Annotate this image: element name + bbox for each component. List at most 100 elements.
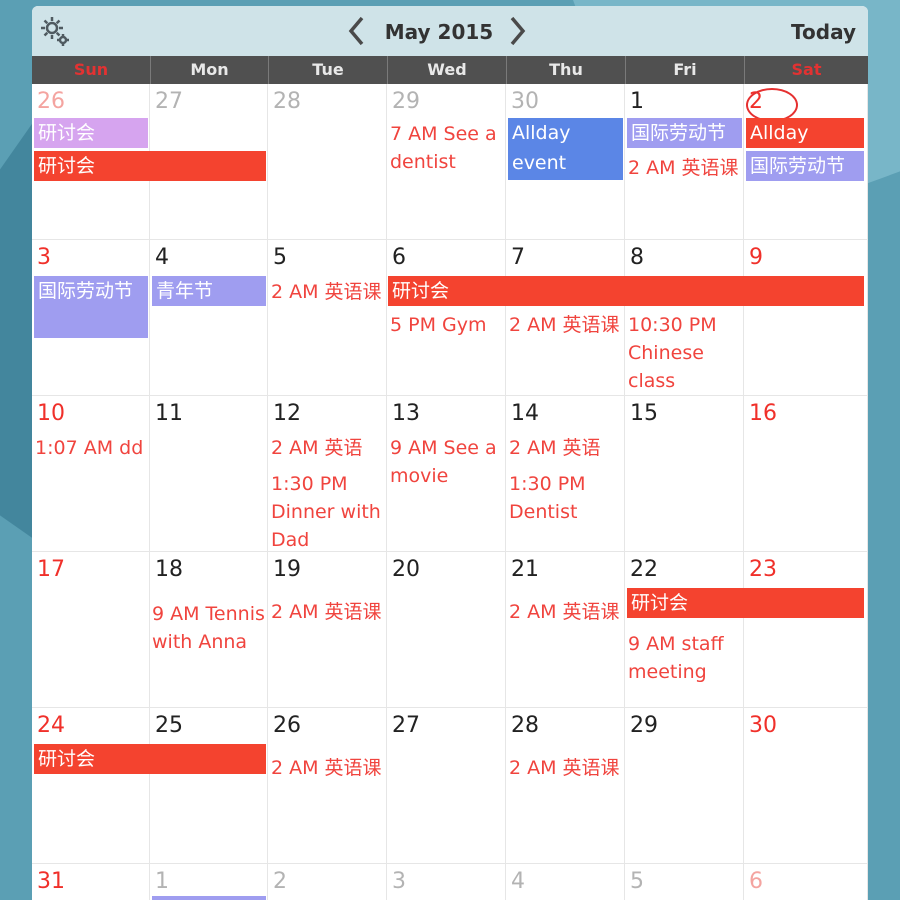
day-number: 19	[273, 557, 301, 582]
day-number: 14	[511, 401, 539, 426]
day-number: 20	[392, 557, 420, 582]
event-text[interactable]: 9 AM See a movie	[390, 434, 504, 494]
event-text[interactable]: 1:30 PM Dentist	[509, 470, 623, 530]
event-text[interactable]: 2 AM 英语课	[509, 311, 623, 371]
day-number: 17	[37, 557, 65, 582]
today-button[interactable]: Today	[791, 20, 856, 44]
event-bar[interactable]: 研讨会	[34, 744, 266, 774]
day-cell[interactable]: 1	[150, 864, 268, 900]
day-number: 28	[273, 89, 301, 114]
day-cell[interactable]: 31	[32, 864, 150, 900]
weekday-tue: Tue	[268, 56, 387, 84]
day-cell[interactable]: 4	[150, 240, 268, 396]
event-text[interactable]: 5 PM Gym	[390, 311, 504, 341]
weekday-thu: Thu	[506, 56, 625, 84]
day-cell[interactable]: 15	[625, 396, 744, 552]
day-cell[interactable]: 28	[268, 84, 387, 240]
day-cell[interactable]: 24	[32, 708, 150, 864]
day-number: 24	[37, 713, 65, 738]
month-title: May 2015	[384, 20, 494, 44]
day-number: 21	[511, 557, 539, 582]
day-number: 22	[630, 557, 658, 582]
day-number: 5	[273, 245, 287, 270]
day-number: 12	[273, 401, 301, 426]
day-number: 27	[392, 713, 420, 738]
event-text[interactable]: 2 AM 英语课	[628, 154, 742, 214]
day-number: 7	[511, 245, 525, 270]
event-text[interactable]: 2 AM 英语课	[271, 278, 385, 338]
event-bar[interactable]: 国际劳动节	[34, 276, 148, 338]
event-text[interactable]: 7 AM See a dentist	[390, 120, 504, 180]
day-cell[interactable]: 2	[268, 864, 387, 900]
chevron-left-icon[interactable]	[342, 14, 372, 48]
event-text[interactable]: 1:07 AM dd	[35, 434, 149, 494]
day-cell[interactable]: 16	[744, 396, 868, 552]
day-number: 25	[155, 713, 183, 738]
event-bar[interactable]: Allday event	[508, 118, 623, 180]
event-text[interactable]: 2 AM 英语	[509, 434, 623, 464]
event-text[interactable]: 10:30 PM Chinese class	[628, 311, 742, 395]
event-bar[interactable]: 研讨会	[388, 276, 864, 306]
event-text[interactable]: 9 AM staff meeting	[628, 630, 742, 690]
gear-icon[interactable]	[38, 14, 74, 50]
day-number: 30	[511, 89, 539, 114]
event-text[interactable]: 1:30 PM Dinner with Dad	[271, 470, 387, 554]
event-bar[interactable]: 研讨会	[627, 588, 864, 618]
day-number: 11	[155, 401, 183, 426]
weekday-sun: Sun	[73, 60, 109, 79]
event-text[interactable]: 2 AM 英语	[271, 434, 385, 464]
day-number: 29	[630, 713, 658, 738]
day-number: 26	[273, 713, 301, 738]
day-cell[interactable]: 11	[150, 396, 268, 552]
event-bar[interactable]: 国际劳动节	[746, 151, 864, 181]
day-number: 6	[749, 869, 763, 894]
month-grid: 26 27 28 29 30 1 2 3 4 5 6 7 8 9 10 11 1…	[32, 84, 868, 900]
day-number: 9	[749, 245, 763, 270]
day-number: 31	[37, 869, 65, 894]
event-text[interactable]: 9 AM Tennis with Anna	[152, 600, 266, 684]
day-number: 5	[630, 869, 644, 894]
event-bar[interactable]: Allday	[746, 118, 864, 148]
day-number: 18	[155, 557, 183, 582]
event-bar[interactable]: 国际劳动节	[627, 118, 742, 148]
day-number: 1	[630, 89, 644, 114]
day-cell[interactable]: 3	[387, 864, 506, 900]
day-number: 13	[392, 401, 420, 426]
day-number: 8	[630, 245, 644, 270]
day-cell[interactable]: 4	[506, 864, 625, 900]
day-number: 1	[155, 869, 169, 894]
event-text[interactable]: 2 AM 英语课	[271, 598, 385, 658]
event-text[interactable]: 2 AM 英语课	[509, 598, 623, 658]
weekday-header: Sun Mon Tue Wed Thu Fri Sat	[32, 56, 868, 84]
event-text[interactable]: 2 AM 英语课	[509, 754, 623, 814]
event-bar[interactable]: 研讨会	[34, 118, 148, 148]
day-cell[interactable]: 30	[744, 708, 868, 864]
day-cell[interactable]: 9	[744, 240, 868, 396]
day-number: 28	[511, 713, 539, 738]
day-cell[interactable]: 6	[744, 864, 868, 900]
event-bar[interactable]: 青年节	[152, 276, 266, 306]
calendar-widget: May 2015 Today Sun Mon Tue Wed Thu Fri S…	[32, 6, 868, 900]
day-cell[interactable]: 27	[387, 708, 506, 864]
day-number: 4	[511, 869, 525, 894]
day-number: 27	[155, 89, 183, 114]
day-cell[interactable]: 17	[32, 552, 150, 708]
day-cell[interactable]: 29	[625, 708, 744, 864]
day-number: 23	[749, 557, 777, 582]
chevron-right-icon[interactable]	[502, 14, 532, 48]
day-number: 10	[37, 401, 65, 426]
day-number: 3	[392, 869, 406, 894]
day-cell[interactable]: 25	[150, 708, 268, 864]
calendar-header: May 2015 Today	[32, 6, 868, 56]
day-cell[interactable]: 20	[387, 552, 506, 708]
day-cell[interactable]: 23	[744, 552, 868, 708]
day-number: 4	[155, 245, 169, 270]
weekday-wed: Wed	[387, 56, 506, 84]
day-number: 2	[273, 869, 287, 894]
day-number: 26	[37, 89, 65, 114]
day-number: 6	[392, 245, 406, 270]
event-text[interactable]: 2 AM 英语课	[271, 754, 385, 814]
event-bar[interactable]: 研讨会	[34, 151, 266, 181]
day-cell[interactable]: 5	[625, 864, 744, 900]
event-bar[interactable]	[152, 896, 266, 900]
